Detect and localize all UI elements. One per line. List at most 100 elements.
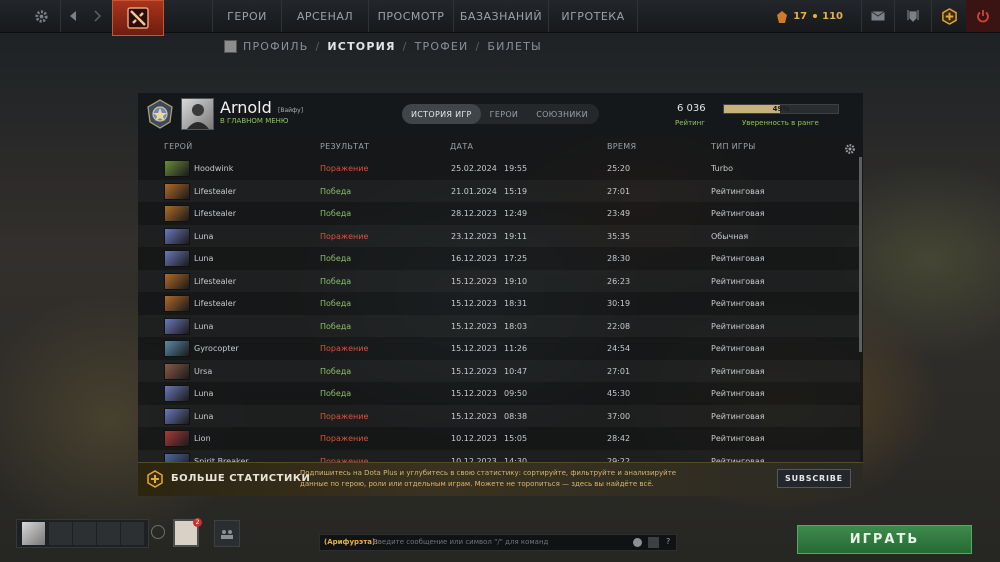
match-duration: 22:08	[607, 321, 631, 331]
nav-watch[interactable]: ПРОСМОТР	[368, 0, 453, 32]
chat-input[interactable]: (Арифурэта): Введите сообщение или симво…	[319, 534, 677, 551]
back-arrow-icon[interactable]	[60, 0, 85, 32]
profile-subnav: ПРОФИЛЬ / ИСТОРИЯ / ТРОФЕИ / БИЛЕТЫ	[224, 40, 542, 53]
top-right-controls: 17 110	[775, 0, 1000, 32]
tab-allies[interactable]: СОЮЗНИКИ	[527, 110, 597, 119]
hero-portrait-icon	[164, 182, 190, 200]
hero-portrait-icon	[164, 340, 190, 357]
hero-name: Lifestealer	[194, 209, 236, 218]
hero-portrait-icon	[164, 160, 190, 177]
match-time: 19:11	[504, 231, 528, 241]
match-result: Победа	[320, 209, 352, 218]
match-type: Рейтинговая	[711, 209, 765, 218]
match-time: 12:49	[504, 209, 528, 218]
party-slot-empty[interactable]	[97, 522, 120, 545]
table-row[interactable]: Luna Победа 15.12.2023 18:03 22:08 Рейтингова…	[138, 315, 860, 338]
tab-heroes[interactable]: ГЕРОИ	[481, 110, 528, 119]
party-slot-empty[interactable]	[73, 522, 96, 545]
match-time: 10:47	[504, 366, 528, 376]
match-duration: 30:19	[607, 299, 631, 308]
table-row[interactable]: Lifestealer Победа 15.12.2023 19:10 26:23 Рей…	[138, 270, 860, 293]
forward-arrow-icon[interactable]	[86, 0, 108, 32]
table-row[interactable]: Luna Поражение 23.12.2023 19:11 35:35 Обычная	[138, 225, 860, 248]
play-button[interactable]: ИГРАТЬ	[797, 525, 972, 554]
header-date[interactable]: ДАТА	[450, 142, 473, 151]
hero-name: Lifestealer	[194, 186, 236, 196]
match-date: 16.12.2023	[451, 254, 497, 263]
subscribe-button[interactable]: SUBSCRIBE	[777, 469, 851, 488]
party-slot-empty[interactable]	[49, 522, 72, 545]
nav-arsenal[interactable]: АРСЕНАЛ	[281, 0, 368, 32]
nav-heroes[interactable]: ГЕРОИ	[212, 0, 281, 32]
settings-gear-icon[interactable]	[28, 0, 54, 32]
match-duration: 45:30	[607, 389, 631, 398]
player-name: Arnold	[220, 98, 272, 117]
subnav-separator: /	[402, 40, 408, 53]
hero-portrait-icon	[164, 250, 190, 267]
friends-icon[interactable]	[214, 520, 240, 547]
dota-logo-icon[interactable]	[112, 0, 164, 36]
hero-name: Luna	[194, 254, 214, 263]
notification-badge: 2	[193, 518, 202, 527]
header-game-type[interactable]: ТИП ИГРЫ	[711, 142, 756, 151]
power-icon[interactable]	[966, 0, 1000, 32]
match-result: Победа	[320, 299, 352, 308]
table-row[interactable]: Luna Победа 16.12.2023 17:25 28:30 Рейтингова…	[138, 247, 860, 270]
match-result: Победа	[320, 321, 352, 331]
match-time: 19:10	[504, 276, 528, 286]
rating-label: Рейтинг	[675, 119, 705, 127]
avatar[interactable]	[181, 98, 214, 130]
match-date: 28.12.2023	[451, 209, 497, 218]
voice-icon[interactable]	[151, 525, 165, 539]
match-duration: 23:49	[607, 209, 631, 218]
shards-count: 17	[793, 10, 808, 22]
emoji-icon[interactable]	[633, 538, 642, 547]
match-date: 15.12.2023	[451, 366, 497, 376]
table-row[interactable]: Lion Поражение 10.12.2023 15:05 28:42 Рейтинг…	[138, 427, 860, 450]
table-row[interactable]: Ursa Победа 15.12.2023 10:47 27:01 Рейтингова…	[138, 360, 860, 383]
match-duration: 26:23	[607, 276, 631, 286]
top-bar: ГЕРОИ АРСЕНАЛ ПРОСМОТР БАЗАЗНАНИЙ ИГРОТЕ…	[0, 0, 1000, 36]
header-hero[interactable]: ГЕРОЙ	[164, 142, 193, 151]
party-slot-empty[interactable]	[121, 522, 144, 545]
tab-match-history[interactable]: ИСТОРИЯ ИГР	[402, 104, 481, 124]
table-row[interactable]: Lifestealer Победа 28.12.2023 12:49 23:49 Рей…	[138, 202, 860, 225]
main-nav: ГЕРОИ АРСЕНАЛ ПРОСМОТР БАЗАЗНАНИЙ ИГРОТЕ…	[212, 0, 638, 32]
chat-channel-toggle-icon[interactable]	[648, 537, 659, 548]
hero-portrait-icon	[164, 295, 190, 312]
match-type: Рейтинговая	[711, 186, 765, 196]
table-row[interactable]: Spirit Breaker Поражение 10.12.2023 14:30 29…	[138, 450, 860, 463]
header-result[interactable]: РЕЗУЛЬТАТ	[320, 142, 369, 151]
match-date: 15.12.2023	[451, 411, 497, 421]
player-status: В ГЛАВНОМ МЕНЮ	[220, 117, 289, 125]
party-avatar[interactable]	[22, 522, 45, 545]
match-list-scrollbar[interactable]	[859, 157, 862, 352]
armory-icon[interactable]	[894, 0, 931, 32]
table-row[interactable]: Gyrocopter Поражение 15.12.2023 11:26 24:54 Р…	[138, 337, 860, 360]
match-duration: 24:54	[607, 344, 631, 353]
dota-plus-icon[interactable]	[931, 0, 966, 32]
table-row[interactable]: Hoodwink Поражение 25.02.2024 19:55 25:20 Tur…	[138, 157, 860, 180]
table-settings-gear-icon[interactable]	[844, 140, 856, 154]
table-row[interactable]: Luna Поражение 15.12.2023 08:38 37:00 Рейтинг…	[138, 405, 860, 428]
match-type: Рейтинговая	[711, 434, 765, 443]
hero-portrait-icon	[164, 407, 190, 425]
hero-portrait-icon	[164, 430, 190, 447]
mail-icon[interactable]	[861, 0, 894, 32]
table-row[interactable]: Lifestealer Победа 21.01.2024 15:19 27:01 Рей…	[138, 180, 860, 203]
tab-history[interactable]: ИСТОРИЯ	[327, 40, 395, 53]
nav-knowledge-base[interactable]: БАЗАЗНАНИЙ	[453, 0, 548, 32]
hero-portrait-icon	[164, 272, 190, 290]
header-duration[interactable]: ВРЕМЯ	[607, 142, 636, 151]
party-slots	[16, 519, 149, 548]
profile-avatar-small-icon	[224, 40, 237, 53]
nav-game-library[interactable]: ИГРОТЕКА	[548, 0, 638, 32]
table-row[interactable]: Lifestealer Победа 15.12.2023 18:31 30:19 Рей…	[138, 292, 860, 315]
help-icon[interactable]: ?	[666, 537, 670, 546]
match-duration: 27:01	[607, 186, 631, 196]
match-result: Победа	[320, 186, 352, 196]
tab-trophies[interactable]: ТРОФЕИ	[415, 40, 469, 53]
tab-tickets[interactable]: БИЛЕТЫ	[487, 40, 542, 53]
tab-profile[interactable]: ПРОФИЛЬ	[243, 40, 308, 53]
table-row[interactable]: Luna Победа 15.12.2023 09:50 45:30 Рейтингова…	[138, 382, 860, 405]
